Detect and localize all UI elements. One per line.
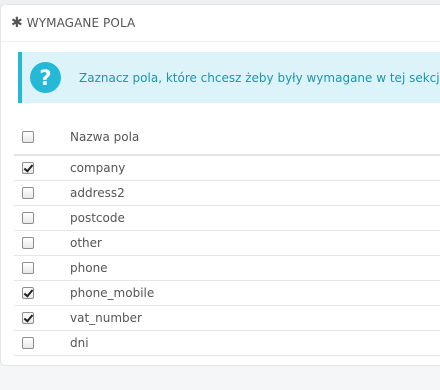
- table-header-row: Nazwa pola: [14, 120, 440, 156]
- table-body: company address2 postcode other phone phone_m…: [14, 156, 440, 356]
- field-name: address2: [70, 186, 125, 200]
- field-name: other: [70, 236, 102, 250]
- field-name: dni: [70, 336, 89, 350]
- field-name: company: [70, 161, 126, 175]
- select-all-cell: [14, 131, 70, 143]
- field-required-checkbox[interactable]: [22, 237, 34, 249]
- row-checkbox-cell: [14, 237, 70, 249]
- row-checkbox-cell: [14, 187, 70, 199]
- row-checkbox-cell: [14, 312, 70, 324]
- field-name: phone_mobile: [70, 286, 155, 300]
- select-all-checkbox[interactable]: [22, 131, 34, 143]
- row-checkbox-cell: [14, 262, 70, 274]
- page-footer-area: [0, 366, 440, 390]
- info-alert: ? Zaznacz pola, które chcesz żeby były w…: [18, 52, 440, 103]
- field-name: phone: [70, 261, 108, 275]
- row-checkbox-cell: [14, 337, 70, 349]
- required-fields-table: Nazwa pola company address2 postcode other p…: [14, 120, 440, 356]
- alert-text: Zaznacz pola, które chcesz żeby były wym…: [79, 70, 440, 85]
- asterisk-icon: ✱: [11, 15, 23, 31]
- field-required-checkbox[interactable]: [22, 162, 34, 174]
- field-required-checkbox[interactable]: [22, 287, 34, 299]
- field-required-checkbox[interactable]: [22, 212, 34, 224]
- table-row: postcode: [14, 206, 440, 231]
- table-row: phone_mobile: [14, 281, 440, 306]
- table-row: other: [14, 231, 440, 256]
- field-required-checkbox[interactable]: [22, 262, 34, 274]
- table-row: dni: [14, 331, 440, 356]
- row-checkbox-cell: [14, 162, 70, 174]
- question-icon: ?: [30, 62, 61, 93]
- field-required-checkbox[interactable]: [22, 312, 34, 324]
- row-checkbox-cell: [14, 212, 70, 224]
- table-row: address2: [14, 181, 440, 206]
- table-row: company: [14, 156, 440, 181]
- column-header-field-name: Nazwa pola: [70, 130, 140, 144]
- panel-heading: ✱ WYMAGANE POLA: [1, 5, 440, 42]
- table-row: phone: [14, 256, 440, 281]
- field-name: vat_number: [70, 311, 142, 325]
- field-required-checkbox[interactable]: [22, 337, 34, 349]
- panel-title: WYMAGANE POLA: [26, 16, 136, 30]
- row-checkbox-cell: [14, 287, 70, 299]
- table-row: vat_number: [14, 306, 440, 331]
- field-name: postcode: [70, 211, 125, 225]
- field-required-checkbox[interactable]: [22, 187, 34, 199]
